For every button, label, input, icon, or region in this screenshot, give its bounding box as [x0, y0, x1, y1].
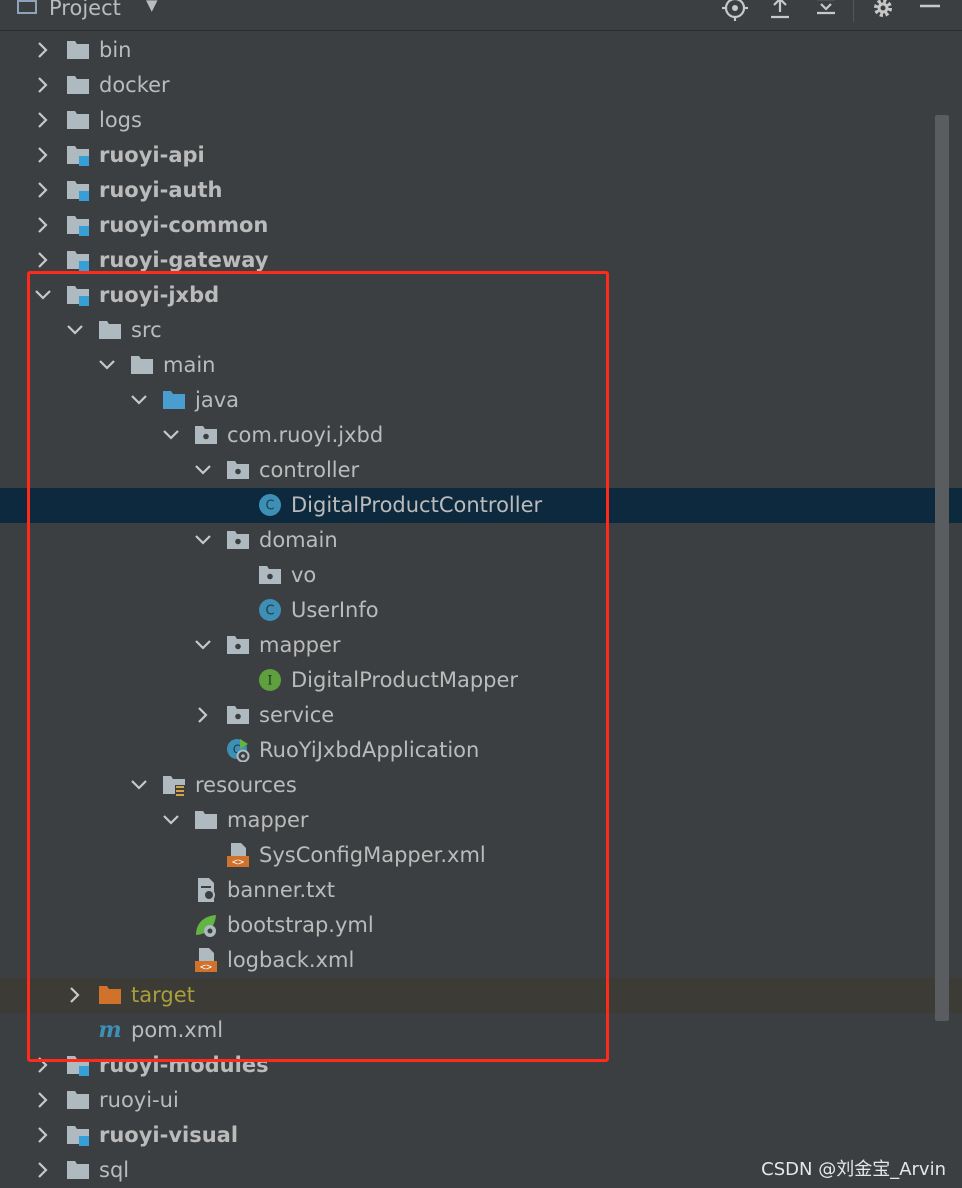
minimize-icon[interactable]: [916, 0, 944, 22]
chevron-down-icon[interactable]: ▼: [146, 0, 158, 14]
chevron-right-icon[interactable]: [34, 75, 52, 95]
folder-icon: [66, 108, 90, 132]
tree-row[interactable]: ruoyi-ui: [0, 1083, 962, 1118]
tree-item-label: ruoyi-api: [99, 143, 205, 167]
tree-item-label: ruoyi-common: [99, 213, 269, 237]
toolbar-separator: [853, 0, 854, 22]
chevron-right-icon[interactable]: [34, 145, 52, 165]
chevron-right-icon[interactable]: [34, 1160, 52, 1180]
module-folder-icon: [66, 178, 90, 202]
tree-row[interactable]: ruoyi-api: [0, 138, 962, 173]
module-folder-icon: [66, 1123, 90, 1147]
project-view-icon: [17, 0, 37, 14]
highlight-box: [27, 271, 609, 1062]
tree-row[interactable]: ruoyi-auth: [0, 173, 962, 208]
chevron-right-icon[interactable]: [34, 1125, 52, 1145]
module-folder-icon: [66, 143, 90, 167]
watermark: CSDN @刘金宝_Arvin: [761, 1159, 946, 1180]
tree-row[interactable]: bin: [0, 33, 962, 68]
tree-item-label: docker: [99, 73, 170, 97]
tree-row[interactable]: docker: [0, 68, 962, 103]
folder-icon: [66, 38, 90, 62]
expand-all-icon[interactable]: [766, 0, 794, 22]
tree-row[interactable]: logs: [0, 103, 962, 138]
locate-icon[interactable]: [721, 0, 749, 22]
folder-icon: [66, 1158, 90, 1182]
tree-row[interactable]: ruoyi-visual: [0, 1118, 962, 1153]
chevron-right-icon[interactable]: [34, 215, 52, 235]
tree-item-label: logs: [99, 108, 142, 132]
folder-icon: [66, 73, 90, 97]
chevron-right-icon[interactable]: [34, 180, 52, 200]
gear-icon[interactable]: [869, 0, 897, 22]
project-tool-window-header: Project ▼: [0, 0, 962, 31]
chevron-right-icon[interactable]: [34, 1090, 52, 1110]
chevron-right-icon[interactable]: [34, 110, 52, 130]
module-folder-icon: [66, 213, 90, 237]
chevron-right-icon[interactable]: [34, 250, 52, 270]
project-view-title[interactable]: Project: [49, 0, 121, 21]
tree-item-label: ruoyi-auth: [99, 178, 223, 202]
chevron-right-icon[interactable]: [34, 40, 52, 60]
folder-icon: [66, 1088, 90, 1112]
vertical-scrollbar[interactable]: [935, 115, 949, 1021]
tree-item-label: bin: [99, 38, 132, 62]
tree-row[interactable]: ruoyi-common: [0, 208, 962, 243]
tree-item-label: ruoyi-ui: [99, 1088, 179, 1112]
collapse-all-icon[interactable]: [812, 0, 840, 22]
tree-item-label: sql: [99, 1158, 130, 1182]
module-folder-icon: [66, 248, 90, 272]
tree-item-label: ruoyi-visual: [99, 1123, 239, 1147]
